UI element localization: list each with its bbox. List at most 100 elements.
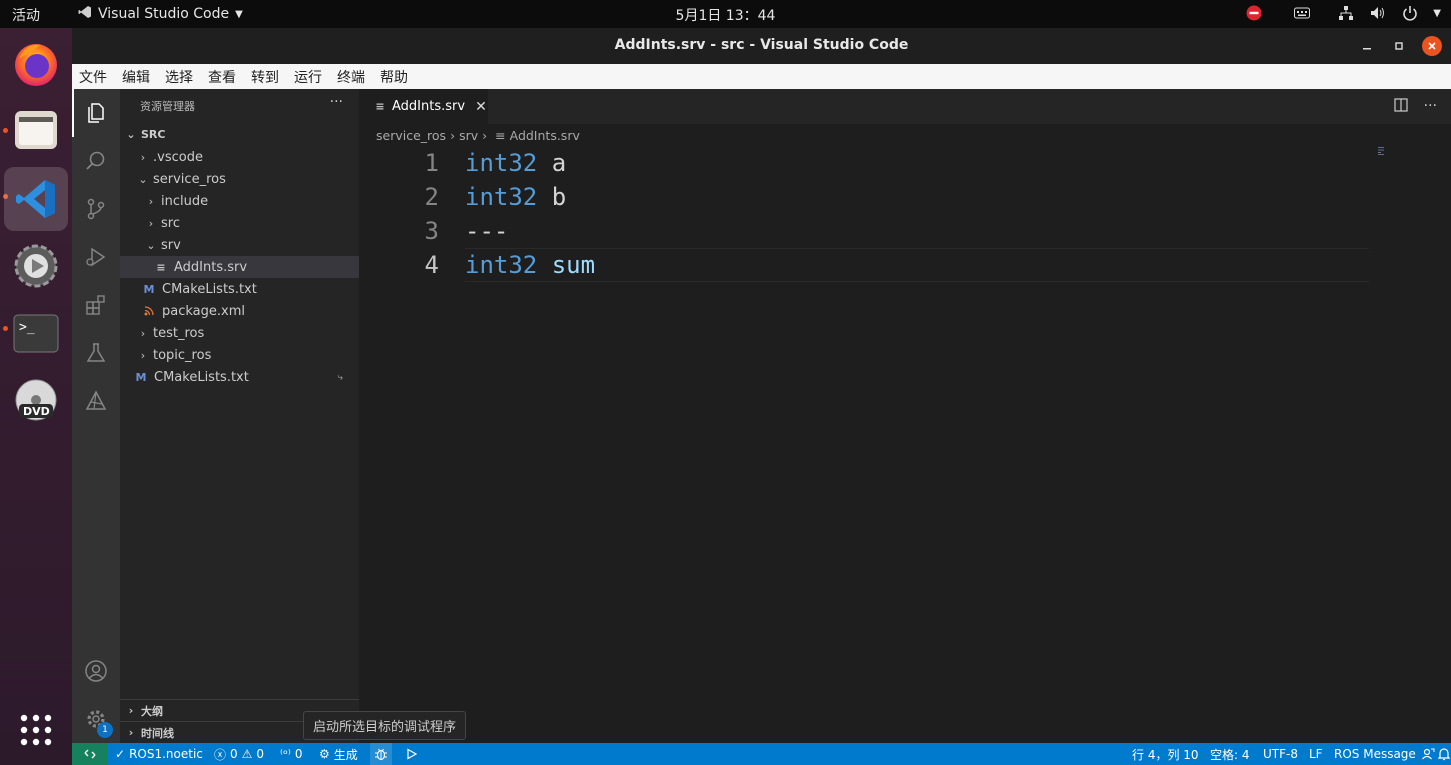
ros-status[interactable]: ✓ ROS1.noetic: [115, 743, 203, 765]
search-icon: [86, 151, 105, 170]
play-icon: [407, 748, 418, 760]
clock[interactable]: 5月1日 13：44: [0, 5, 1451, 25]
explorer-view-button[interactable]: [72, 89, 120, 137]
volume-icon[interactable]: [1369, 4, 1387, 22]
window-title-bar[interactable]: AddInts.srv - src - Visual Studio Code: [72, 28, 1451, 64]
files-launcher[interactable]: [4, 98, 68, 162]
svg-text:DVD: DVD: [23, 405, 50, 418]
do-not-disturb-icon[interactable]: [1245, 4, 1263, 22]
tree-item-cmakelists-root[interactable]: M CMakeLists.txt ⤷: [120, 366, 359, 388]
ros-extension-icon: [85, 390, 107, 410]
tree-item-label: include: [161, 193, 209, 209]
settings-gear-icon: [14, 244, 58, 288]
tree-item-label: CMakeLists.txt: [162, 281, 257, 297]
eol-status[interactable]: LF: [1309, 743, 1323, 765]
run-button[interactable]: [406, 743, 418, 765]
code-line: 4 int32 sum: [359, 248, 1369, 282]
accounts-button[interactable]: [72, 647, 120, 695]
run-debug-view-button[interactable]: [72, 233, 120, 281]
editor-tab-bar: ≡ AddInts.srv ✕ ···: [359, 89, 1451, 124]
settings-launcher[interactable]: [4, 234, 68, 298]
tree-item-cmakelists-service[interactable]: M CMakeLists.txt: [120, 278, 359, 300]
extensions-view-button[interactable]: [72, 281, 120, 329]
minimap[interactable]: [1378, 147, 1386, 155]
ros-view-button[interactable]: [72, 377, 120, 425]
run-debug-icon: [86, 247, 106, 267]
language-mode[interactable]: ROS Message: [1334, 743, 1416, 765]
search-view-button[interactable]: [72, 137, 120, 185]
notification-badge: 1: [97, 722, 113, 738]
manage-button[interactable]: 1: [72, 695, 120, 743]
testing-view-button[interactable]: [72, 329, 120, 377]
menu-help[interactable]: 帮助: [380, 67, 408, 87]
menu-edit[interactable]: 编辑: [122, 67, 150, 87]
close-window-button[interactable]: [1422, 36, 1442, 56]
more-actions-icon[interactable]: ···: [1424, 98, 1437, 116]
build-label: 生成: [333, 747, 358, 762]
breadcrumb-item[interactable]: srv: [459, 128, 478, 143]
dvd-launcher[interactable]: DVD: [4, 369, 68, 433]
split-editor-icon[interactable]: [1394, 98, 1408, 116]
workspace-root[interactable]: ⌄ SRC: [120, 123, 359, 145]
problems-status[interactable]: ⓧ 0 ⚠ 0: [214, 743, 264, 765]
tree-item-package-xml[interactable]: package.xml: [120, 300, 359, 322]
breadcrumb-item[interactable]: service_ros: [376, 128, 446, 143]
network-icon[interactable]: [1337, 4, 1355, 22]
menu-view[interactable]: 查看: [208, 67, 236, 87]
remote-indicator[interactable]: [72, 743, 107, 765]
power-icon[interactable]: [1401, 4, 1419, 22]
minimize-button[interactable]: [1357, 36, 1377, 56]
terminal-launcher[interactable]: >_: [4, 302, 68, 366]
menu-run[interactable]: 运行: [294, 67, 322, 87]
tree-item-addints-srv[interactable]: ≡ AddInts.srv: [120, 256, 359, 278]
breadcrumb-item[interactable]: AddInts.srv: [510, 128, 580, 143]
encoding-status[interactable]: UTF-8: [1263, 743, 1298, 765]
cursor-position[interactable]: 行 4，列 10: [1132, 743, 1199, 765]
app-grid-icon: [20, 714, 52, 746]
menu-go[interactable]: 转到: [251, 67, 279, 87]
terminal-icon: >_: [13, 314, 59, 353]
tree-item-service-ros[interactable]: ⌄ service_ros: [120, 168, 359, 190]
debug-button[interactable]: [370, 743, 392, 765]
tree-item-test-ros[interactable]: › test_ros: [120, 322, 359, 344]
menu-selection[interactable]: 选择: [165, 67, 193, 87]
notifications-button[interactable]: [1438, 743, 1450, 765]
debug-tooltip: 启动所选目标的调试程序: [303, 711, 467, 740]
chevron-right-icon: ›: [148, 194, 154, 208]
close-tab-icon[interactable]: ✕: [475, 99, 487, 115]
chevron-right-icon: ›: [140, 326, 146, 340]
chevron-right-icon: ›: [140, 348, 146, 362]
more-actions-button[interactable]: ···: [330, 94, 343, 110]
field-token: a: [537, 149, 567, 177]
tab-addints-srv[interactable]: ≡ AddInts.srv ✕: [359, 89, 488, 124]
field-token: b: [537, 183, 567, 211]
field-token: sum: [537, 251, 596, 279]
tree-item-src[interactable]: › src: [120, 212, 359, 234]
chevron-down-icon: ⌄: [138, 172, 148, 186]
tree-item-label: CMakeLists.txt: [154, 369, 249, 385]
tree-item-vscode[interactable]: › .vscode: [120, 146, 359, 168]
maximize-button[interactable]: [1389, 36, 1409, 56]
indentation-status[interactable]: 空格: 4: [1210, 743, 1250, 765]
menu-terminal[interactable]: 终端: [337, 67, 365, 87]
vertical-scrollbar[interactable]: [1437, 124, 1451, 743]
build-button[interactable]: ⚙ 生成: [319, 743, 358, 765]
vscode-launcher[interactable]: [4, 167, 68, 231]
remote-icon: [84, 749, 95, 759]
tree-item-include[interactable]: › include: [120, 190, 359, 212]
feedback-button[interactable]: [1421, 743, 1435, 765]
code-line: 3 ---: [359, 214, 1369, 248]
tree-item-topic-ros[interactable]: › topic_ros: [120, 344, 359, 366]
system-top-bar: 活动 Visual Studio Code ▼ 5月1日 13：44 ▼: [0, 0, 1451, 28]
editor-actions: ···: [1394, 98, 1437, 116]
tree-item-srv[interactable]: ⌄ srv: [120, 234, 359, 256]
menu-file[interactable]: 文件: [79, 67, 107, 87]
system-tray[interactable]: ▼: [1245, 4, 1441, 22]
ports-status[interactable]: ⁽ᵒ⁾ 0: [280, 743, 303, 765]
outline-section-label: 大纲: [141, 704, 163, 718]
firefox-launcher[interactable]: [4, 32, 68, 96]
source-control-view-button[interactable]: [72, 185, 120, 233]
keyboard-icon[interactable]: [1293, 4, 1311, 22]
chevron-down-icon[interactable]: ▼: [1433, 8, 1441, 19]
show-applications-button[interactable]: [4, 698, 68, 762]
